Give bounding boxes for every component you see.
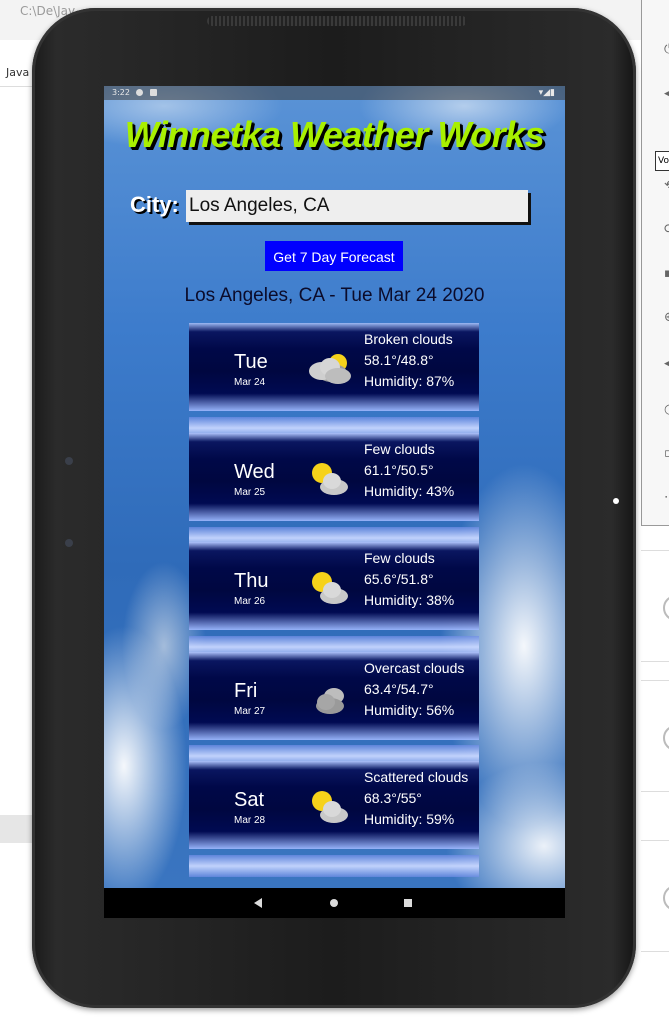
day-date: Mar 24 <box>234 377 266 388</box>
day-name: Thu <box>234 570 269 592</box>
few-clouds-icon <box>312 463 348 495</box>
side-card-avatar <box>663 725 669 751</box>
volume-up-icon[interactable]: ◀ <box>664 86 669 102</box>
home-icon[interactable]: ○ <box>664 402 669 418</box>
condition-text: Scattered clouds <box>364 769 469 785</box>
power-icon[interactable]: ⏻ <box>664 42 669 58</box>
settings-status-icon <box>136 89 143 96</box>
day-name: Sat <box>234 789 265 811</box>
recents-icon[interactable] <box>404 899 412 907</box>
back-icon[interactable]: ◂ <box>664 356 669 372</box>
city-input[interactable] <box>186 190 528 222</box>
day-date: Mar 28 <box>234 815 266 826</box>
temperature-text: 63.4°/54.7° <box>364 681 434 697</box>
card-divider <box>189 855 479 877</box>
more-icon[interactable]: ⋯ <box>664 490 669 506</box>
day-date: Mar 26 <box>234 596 266 607</box>
side-card <box>641 840 669 952</box>
forecast-row: Thu Mar 26 Few clouds 65.6°/51.8° Humidi… <box>189 542 479 630</box>
forecast-heading: Los Angeles, CA - Tue Mar 24 2020 <box>184 285 485 306</box>
humidity-text: Humidity: 38% <box>364 592 455 608</box>
rotate-left-icon[interactable]: ⟲ <box>664 178 669 194</box>
broken-clouds-icon <box>309 354 351 384</box>
city-label: City: <box>130 192 179 217</box>
forecast-details: Few clouds 65.6°/51.8° Humidity: 38% <box>364 548 454 611</box>
status-bar: 3:22 ▾◢▮ <box>104 86 565 100</box>
home-icon[interactable] <box>330 899 338 907</box>
volume-tooltip: Vo <box>655 151 669 171</box>
desktop-java-label: Java <box>6 66 30 79</box>
condition-text: Overcast clouds <box>364 660 465 676</box>
forecast-row: Tue Mar 24 Broken clouds 58.1°/48.8° Hum… <box>189 323 479 411</box>
side-card-avatar <box>663 885 669 911</box>
navigation-bar <box>104 888 565 918</box>
side-card <box>641 550 669 662</box>
temperature-text: 65.6°/51.8° <box>364 571 434 587</box>
temperature-text: 68.3°/55° <box>364 790 422 806</box>
forecast-details: Scattered clouds 68.3°/55° Humidity: 59% <box>364 767 468 830</box>
forecast-row: Sat Mar 28 Scattered clouds 68.3°/55° Hu… <box>189 761 479 849</box>
humidity-text: Humidity: 43% <box>364 483 455 499</box>
forecast-row: Wed Mar 25 Few clouds 61.1°/50.5° Humidi… <box>189 433 479 521</box>
condition-text: Few clouds <box>364 550 435 566</box>
day-name: Tue <box>234 351 268 373</box>
zoom-icon[interactable]: ⊕ <box>664 310 669 326</box>
forecast-details: Broken clouds 58.1°/48.8° Humidity: 87% <box>364 329 454 392</box>
overview-icon[interactable]: ▫ <box>664 446 669 462</box>
status-time: 3:22 <box>112 88 130 97</box>
humidity-text: Humidity: 56% <box>364 702 455 718</box>
emulator-toolbar: ⏻ ◀ ⟲ ⟳ ▪ ⊕ ◂ ○ ▫ ⋯ <box>641 0 669 526</box>
humidity-text: Humidity: 59% <box>364 811 455 827</box>
day-name: Wed <box>234 461 275 483</box>
scattered-clouds-icon <box>312 791 348 823</box>
camera-icon[interactable]: ▪ <box>664 266 669 282</box>
speaker-grille <box>207 16 467 26</box>
humidity-text: Humidity: 87% <box>364 373 455 389</box>
forecast-row: Fri Mar 27 Overcast clouds 63.4°/54.7° H… <box>189 652 479 740</box>
get-forecast-button[interactable]: Get 7 Day Forecast <box>265 241 403 271</box>
sensor-dot <box>65 457 73 465</box>
overcast-clouds-icon <box>316 688 344 714</box>
forecast-details: Few clouds 61.1°/50.5° Humidity: 43% <box>364 439 454 502</box>
day-date: Mar 25 <box>234 487 266 498</box>
day-date: Mar 27 <box>234 706 266 717</box>
app-title: Winnetka Weather Works <box>124 114 545 155</box>
few-clouds-icon <box>312 572 348 604</box>
signal-battery-icon: ▾◢▮ <box>538 88 555 98</box>
forecast-details: Overcast clouds 63.4°/54.7° Humidity: 56… <box>364 658 464 721</box>
side-card-avatar <box>663 595 669 621</box>
condition-text: Few clouds <box>364 441 435 457</box>
side-card <box>641 680 669 792</box>
back-icon[interactable] <box>254 898 262 908</box>
condition-text: Broken clouds <box>364 331 453 347</box>
camera-dot <box>613 498 619 504</box>
sensor-dot <box>65 539 73 547</box>
temperature-text: 61.1°/50.5° <box>364 462 434 478</box>
temperature-text: 58.1°/48.8° <box>364 352 434 368</box>
sd-card-status-icon <box>150 89 157 96</box>
rotate-right-icon[interactable]: ⟳ <box>664 222 669 238</box>
device-screen: 3:22 ▾◢▮ Winnetka Weather Works City: Ge… <box>104 86 565 918</box>
day-name: Fri <box>234 680 258 702</box>
